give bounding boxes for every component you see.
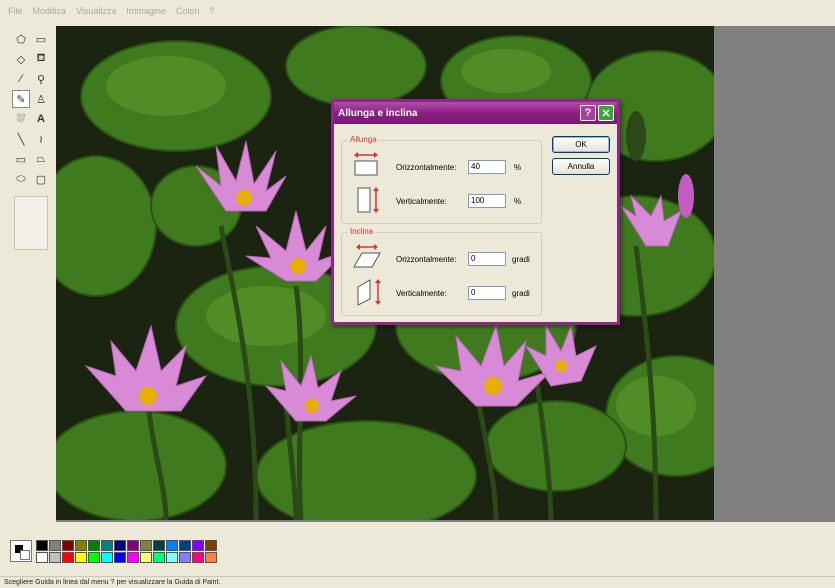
current-colors[interactable] <box>10 540 32 562</box>
pencil-icon[interactable]: ✎ <box>12 90 30 108</box>
skew-vertical-label: Verticalmente: <box>396 289 447 298</box>
stretch-group: Allunga Orizzontalmente: 40 % Verticalme… <box>341 135 542 224</box>
menu-help[interactable]: ? <box>209 6 214 16</box>
ellipse-icon[interactable]: ⬭ <box>12 170 30 188</box>
palette-swatch[interactable] <box>192 552 204 563</box>
skew-horizontal-unit: gradi <box>512 255 530 264</box>
color-picker-icon[interactable]: ∕ <box>12 70 30 88</box>
stretch-vertical-icon <box>357 187 379 213</box>
palette-swatch[interactable] <box>127 552 139 563</box>
stretch-vertical-input[interactable]: 100 <box>468 194 506 208</box>
stretch-horizontal-icon <box>354 152 378 176</box>
help-icon[interactable]: ? <box>580 105 596 121</box>
palette-swatch[interactable] <box>36 540 48 551</box>
line-icon[interactable]: ╲ <box>12 130 30 148</box>
palette-swatch[interactable] <box>88 552 100 563</box>
palette-swatch[interactable] <box>36 552 48 563</box>
skew-group: Inclina Orizzontalmente: 0 gradi Vertica… <box>341 227 542 316</box>
palette-swatch[interactable] <box>205 540 217 551</box>
palette-swatch[interactable] <box>140 552 152 563</box>
skew-vertical-icon <box>357 279 381 306</box>
fill-bucket-icon[interactable]: ⛾ <box>32 50 50 68</box>
palette-swatch[interactable] <box>49 540 61 551</box>
palette-swatch[interactable] <box>153 540 165 551</box>
palette-swatch[interactable] <box>114 552 126 563</box>
curve-icon[interactable]: ≀ <box>32 130 50 148</box>
background-color[interactable] <box>20 550 30 560</box>
palette-swatch[interactable] <box>101 552 113 563</box>
stretch-horizontal-input[interactable]: 40 <box>468 160 506 174</box>
palette-swatch[interactable] <box>166 540 178 551</box>
palette-swatch[interactable] <box>127 540 139 551</box>
rectangle-icon[interactable]: ▭ <box>12 150 30 168</box>
eraser-icon[interactable]: ◇ <box>12 50 30 68</box>
palette-swatch[interactable] <box>205 552 217 563</box>
rect-select-icon[interactable]: ▭ <box>32 30 50 48</box>
palette-swatch[interactable] <box>192 540 204 551</box>
palette-swatch[interactable] <box>49 552 61 563</box>
skew-group-label: Inclina <box>348 227 376 236</box>
palette-bar <box>0 528 835 574</box>
stretch-horizontal-label: Orizzontalmente: <box>396 163 457 172</box>
free-select-icon[interactable]: ⬠ <box>12 30 30 48</box>
skew-horizontal-label: Orizzontalmente: <box>396 255 457 264</box>
menu-colori[interactable]: Colori <box>176 6 200 16</box>
stretch-group-label: Allunga <box>348 135 379 144</box>
palette-swatch[interactable] <box>62 552 74 563</box>
status-bar: Scegliere Guida in linea dal menu ? per … <box>0 576 835 588</box>
polygon-icon[interactable]: ⏢ <box>32 150 50 168</box>
palette-swatch[interactable] <box>179 552 191 563</box>
menu-visualizza[interactable]: Visualizza <box>76 6 116 16</box>
ok-button[interactable]: OK <box>552 136 610 153</box>
palette-swatch[interactable] <box>114 540 126 551</box>
skew-vertical-input[interactable]: 0 <box>468 286 506 300</box>
brush-icon[interactable]: ♙ <box>32 90 50 108</box>
airbrush-icon[interactable]: ⛆ <box>12 110 30 128</box>
rounded-rect-icon[interactable]: ▢ <box>32 170 50 188</box>
palette-swatch[interactable] <box>75 552 87 563</box>
stretch-horizontal-unit: % <box>514 163 522 172</box>
skew-vertical-unit: gradi <box>512 289 530 298</box>
palette-swatch[interactable] <box>153 552 165 563</box>
skew-horizontal-input[interactable]: 0 <box>468 252 506 266</box>
stretch-vertical-label: Verticalmente: <box>396 197 447 206</box>
palette-swatch[interactable] <box>62 540 74 551</box>
dialog-titlebar[interactable]: Allunga e inclina ? ✕ <box>334 102 617 124</box>
palette-swatch[interactable] <box>75 540 87 551</box>
stretch-vertical-unit: % <box>514 197 522 206</box>
tool-options-box[interactable] <box>14 196 48 250</box>
palette-swatch[interactable] <box>101 540 113 551</box>
palette-swatch[interactable] <box>179 540 191 551</box>
palette-swatch[interactable] <box>166 552 178 563</box>
menu-modifica[interactable]: Modifica <box>33 6 67 16</box>
magnifier-icon[interactable]: ⚲ <box>32 70 50 88</box>
cancel-button[interactable]: Annulla <box>552 158 610 175</box>
palette-swatch[interactable] <box>140 540 152 551</box>
close-icon[interactable]: ✕ <box>598 105 614 121</box>
skew-horizontal-icon <box>353 244 381 268</box>
menu-bar: File Modifica Visualizza Immagine Colori… <box>0 0 835 22</box>
text-icon[interactable]: A <box>32 110 50 128</box>
palette-swatch[interactable] <box>88 540 100 551</box>
toolbox: ⬠ ▭ ◇ ⛾ ∕ ⚲ ✎ ♙ ⛆ A ╲ ≀ ▭ ⏢ ⬭ ▢ <box>8 28 52 518</box>
menu-immagine[interactable]: Immagine <box>126 6 166 16</box>
stretch-skew-dialog: Allunga e inclina ? ✕ Allunga Orizzontal… <box>331 99 620 325</box>
menu-file[interactable]: File <box>8 6 23 16</box>
dialog-title: Allunga e inclina <box>338 107 418 119</box>
